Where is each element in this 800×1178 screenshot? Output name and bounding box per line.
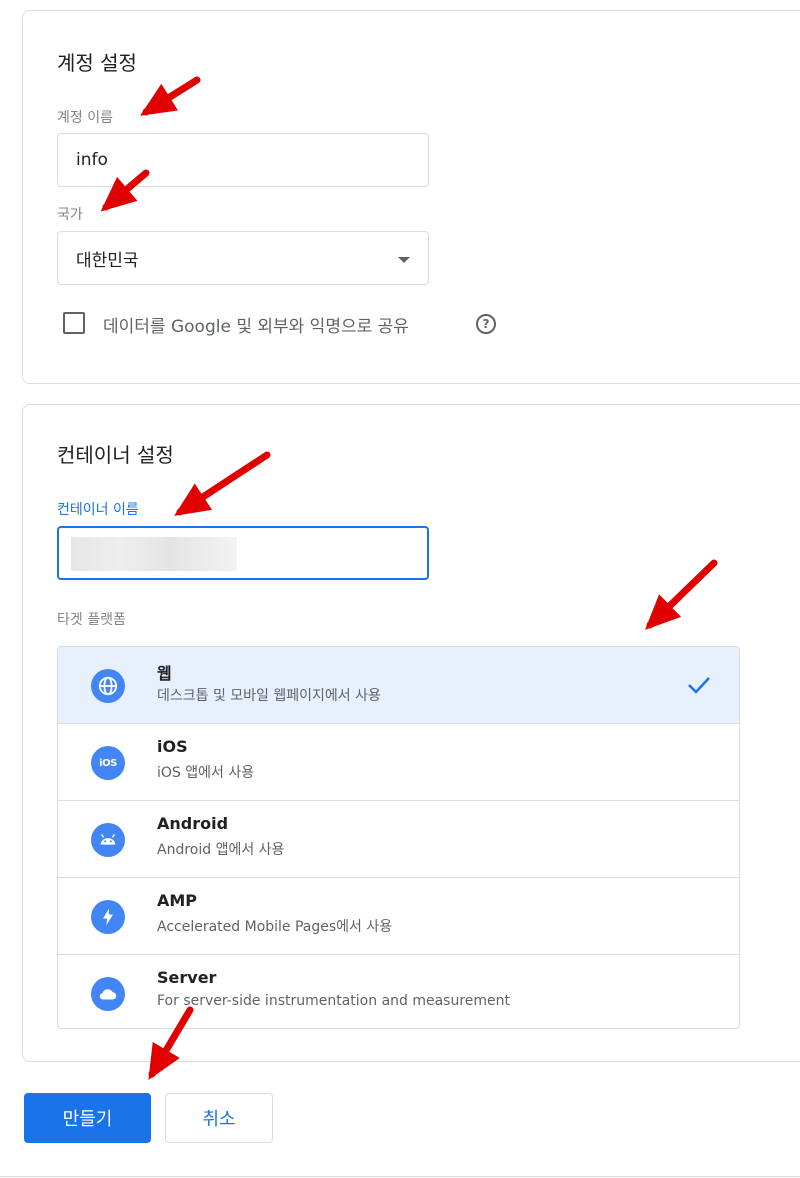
platform-desc: For server-side instrumentation and meas…: [157, 993, 511, 1009]
help-icon[interactable]: ?: [476, 314, 496, 334]
cloud-icon: [91, 977, 125, 1011]
platform-option-web[interactable]: 웹 데스크톱 및 모바일 웹페이지에서 사용: [58, 647, 739, 724]
share-data-checkbox[interactable]: [63, 312, 85, 334]
country-value: 대한민국: [76, 250, 139, 271]
divider: [0, 1176, 800, 1177]
create-button[interactable]: 만들기: [24, 1093, 151, 1143]
platform-name: AMP: [157, 891, 198, 910]
container-settings-title: 컨테이너 설정: [57, 443, 174, 467]
cancel-button[interactable]: 취소: [165, 1093, 273, 1143]
platform-desc: 데스크톱 및 모바일 웹페이지에서 사용: [157, 688, 381, 704]
account-name-label: 계정 이름: [57, 110, 113, 126]
platform-name: Android: [157, 814, 229, 833]
platform-name: Server: [157, 968, 217, 987]
dropdown-arrow-icon: [398, 257, 410, 263]
account-name-value: info: [76, 150, 108, 170]
platform-option-ios[interactable]: iOS iOS iOS 앱에서 사용: [58, 724, 739, 801]
redacted-value: [71, 537, 237, 571]
target-platform-label: 타겟 플랫폼: [57, 612, 126, 628]
country-label: 국가: [57, 207, 83, 223]
container-name-label: 컨테이너 이름: [57, 502, 139, 518]
platform-desc: Android 앱에서 사용: [157, 842, 285, 858]
account-settings-card: 계정 설정 계정 이름 info 국가 대한민국 데이터를 Google 및 외…: [22, 10, 800, 384]
container-name-input[interactable]: [57, 526, 429, 580]
country-select[interactable]: 대한민국: [57, 231, 429, 285]
account-name-input[interactable]: info: [57, 133, 429, 187]
target-platform-list: 웹 데스크톱 및 모바일 웹페이지에서 사용 iOS iOS iOS 앱에서 사…: [57, 646, 740, 1029]
share-data-label: 데이터를 Google 및 외부와 익명으로 공유: [103, 317, 409, 337]
platform-desc: Accelerated Mobile Pages에서 사용: [157, 919, 393, 935]
android-icon: [91, 823, 125, 857]
globe-icon: [91, 669, 125, 703]
platform-option-amp[interactable]: AMP Accelerated Mobile Pages에서 사용: [58, 878, 739, 955]
check-icon: [688, 677, 710, 694]
account-settings-title: 계정 설정: [57, 51, 137, 75]
platform-name: 웹: [157, 664, 172, 683]
lightning-icon: [91, 900, 125, 934]
platform-desc: iOS 앱에서 사용: [157, 765, 255, 781]
ios-icon: iOS: [91, 746, 125, 780]
platform-option-server[interactable]: Server For server-side instrumentation a…: [58, 955, 739, 1028]
platform-option-android[interactable]: Android Android 앱에서 사용: [58, 801, 739, 878]
platform-name: iOS: [157, 737, 188, 756]
